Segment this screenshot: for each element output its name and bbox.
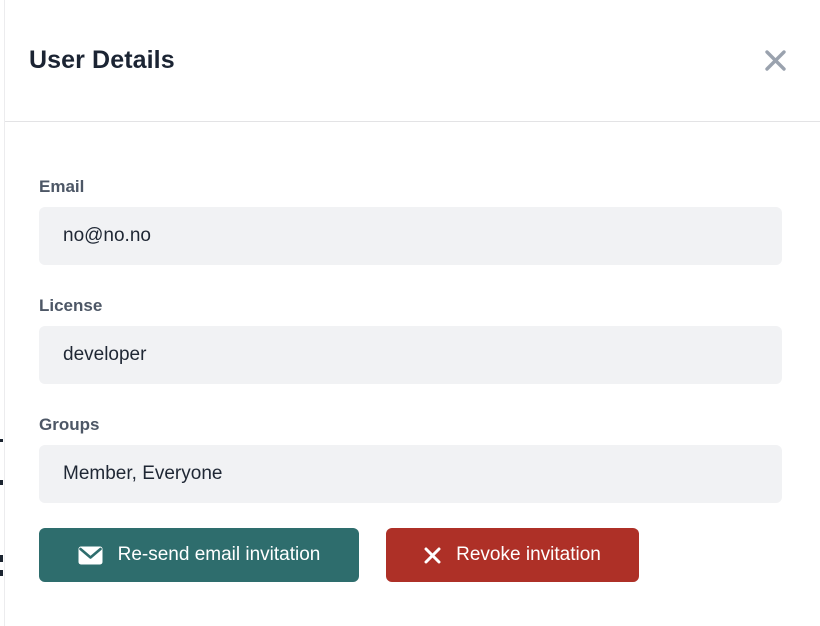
- groups-field: Member, Everyone: [39, 445, 782, 503]
- revoke-invitation-button[interactable]: Revoke invitation: [386, 528, 639, 582]
- email-field: no@no.no: [39, 207, 782, 265]
- close-button[interactable]: [758, 44, 792, 78]
- email-field-group: Email no@no.no: [39, 177, 782, 265]
- groups-value: Member, Everyone: [63, 463, 222, 485]
- occluded-page-text-fragment: [0, 555, 3, 562]
- x-icon: [424, 547, 441, 564]
- revoke-button-label: Revoke invitation: [456, 544, 601, 566]
- user-details-modal: User Details Email no@no.no License deve…: [4, 0, 820, 626]
- resend-invitation-button[interactable]: Re-send email invitation: [39, 528, 359, 582]
- occluded-page-text-fragment: [0, 439, 3, 442]
- modal-header: User Details: [5, 0, 820, 122]
- license-field: developer: [39, 326, 782, 384]
- groups-field-group: Groups Member, Everyone: [39, 415, 782, 503]
- groups-label: Groups: [39, 415, 782, 435]
- close-icon: [764, 49, 787, 72]
- email-value: no@no.no: [63, 225, 151, 247]
- license-field-group: License developer: [39, 296, 782, 384]
- action-buttons-row: Re-send email invitation Revoke invitati…: [39, 528, 782, 582]
- license-value: developer: [63, 344, 146, 366]
- occluded-page-text-fragment: [0, 570, 3, 576]
- email-label: Email: [39, 177, 782, 197]
- occluded-page-text-fragment: [0, 480, 3, 485]
- modal-body: Email no@no.no License developer Groups …: [5, 122, 820, 582]
- envelope-icon: [78, 546, 103, 565]
- resend-button-label: Re-send email invitation: [118, 544, 321, 566]
- page-title: User Details: [29, 46, 175, 75]
- license-label: License: [39, 296, 782, 316]
